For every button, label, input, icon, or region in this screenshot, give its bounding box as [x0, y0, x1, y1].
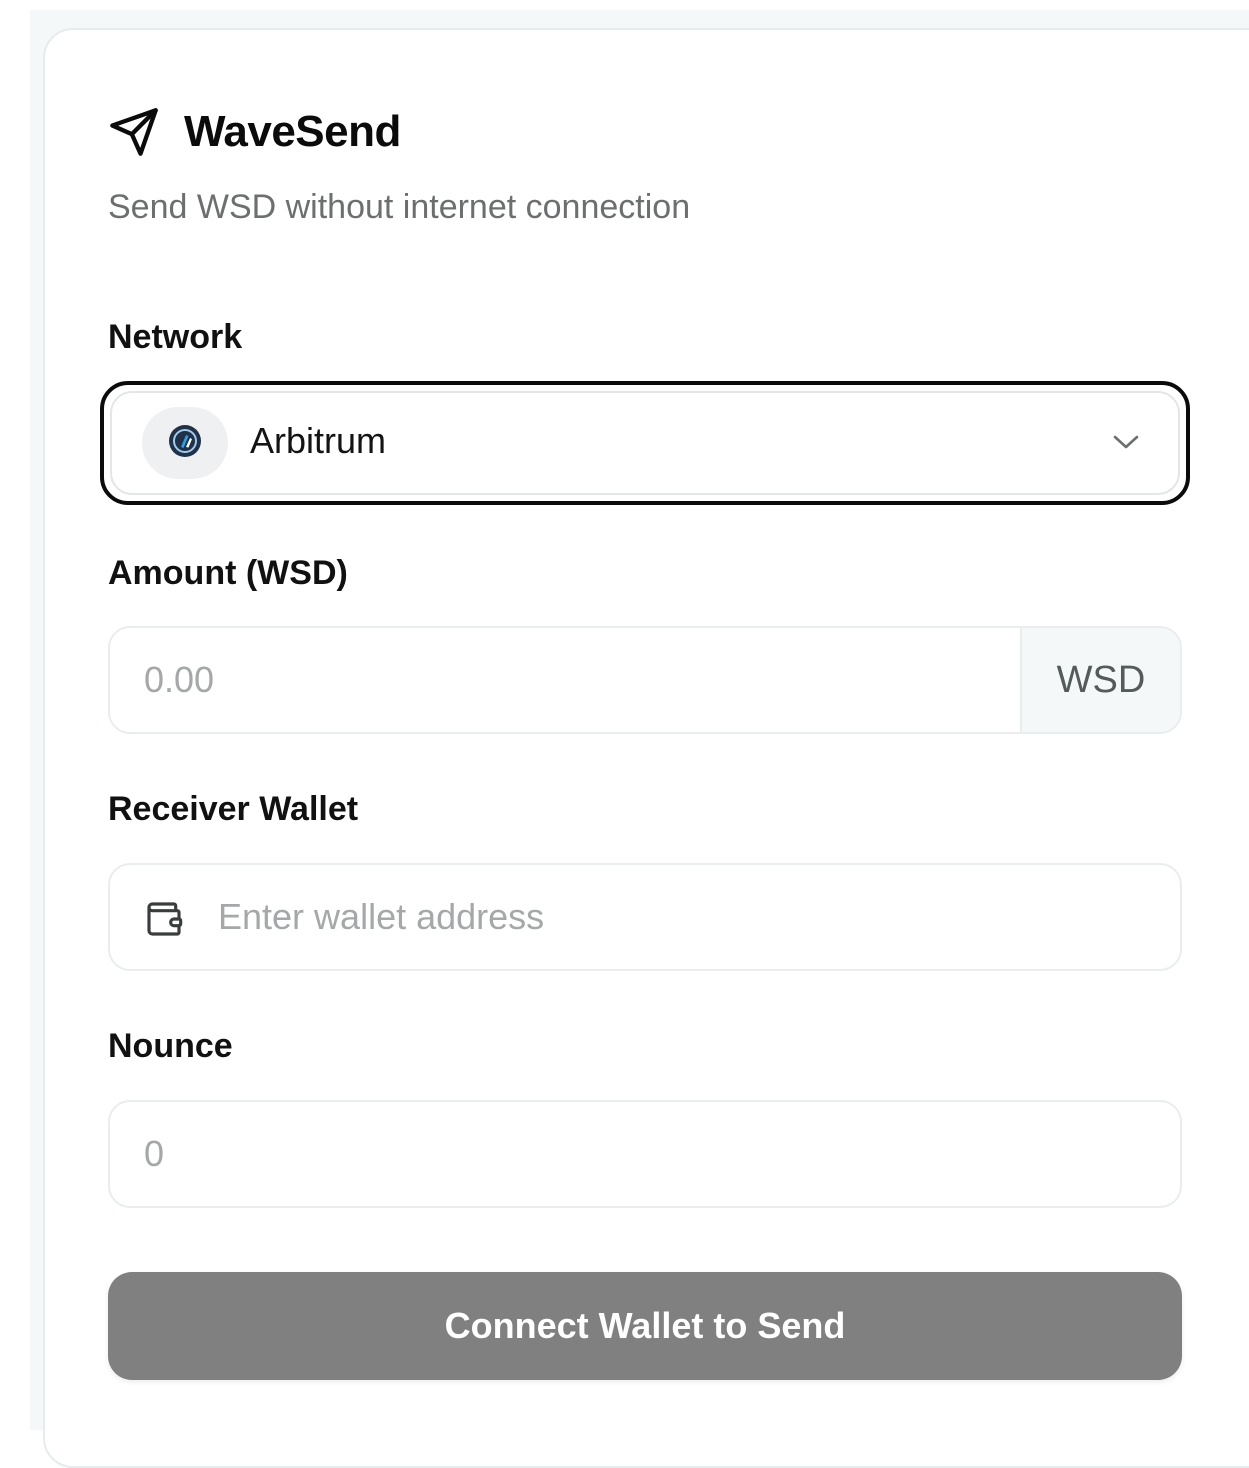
arbitrum-logo-icon	[168, 424, 202, 463]
network-selected-value: Arbitrum	[250, 420, 387, 461]
receiver-field	[108, 863, 1182, 971]
amount-input[interactable]	[144, 628, 1014, 732]
nonce-input[interactable]	[144, 1102, 1144, 1206]
receiver-wallet-input[interactable]	[218, 865, 1148, 969]
amount-label: Amount (WSD)	[108, 554, 348, 592]
nonce-field	[108, 1100, 1182, 1208]
connect-wallet-button[interactable]: Connect Wallet to Send	[108, 1272, 1182, 1380]
wallet-icon	[144, 899, 184, 939]
receiver-label: Receiver Wallet	[108, 790, 359, 828]
amount-unit-addon: WSD	[1020, 628, 1180, 732]
amount-field: WSD	[108, 626, 1182, 734]
chevron-down-icon[interactable]	[1110, 428, 1142, 456]
network-label: Network	[108, 318, 243, 356]
app-title: WaveSend	[184, 107, 401, 156]
send-icon	[108, 104, 164, 160]
network-logo-badge	[142, 407, 228, 479]
app-header: WaveSend	[108, 100, 401, 164]
nonce-label: Nounce	[108, 1027, 233, 1065]
send-card	[43, 28, 1249, 1468]
app-subtitle: Send WSD without internet connection	[108, 188, 691, 226]
